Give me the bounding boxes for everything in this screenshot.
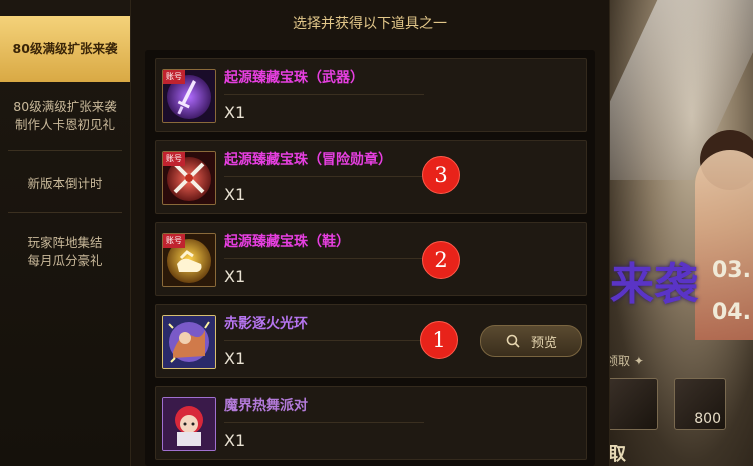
- account-tag: 账号: [163, 234, 185, 248]
- sidebar-item-countdown[interactable]: 新版本倒计时: [0, 175, 130, 193]
- sidebar-item-label: 玩家阵地集结: [27, 235, 103, 250]
- item-divider: [224, 94, 424, 95]
- banner-date-start: 03.1: [712, 258, 753, 283]
- item-quantity: X1: [224, 431, 246, 450]
- item-name: 起源臻藏宝珠（冒险勋章）: [224, 152, 392, 168]
- aura-icon: [162, 315, 216, 369]
- shoes-orb-icon: 账号: [162, 233, 216, 287]
- sidebar-divider: [8, 212, 122, 213]
- list-item[interactable]: 账号 起源臻藏宝珠（冒险勋章） X1: [155, 140, 587, 214]
- banner-reward-slot[interactable]: [606, 378, 658, 430]
- account-tag: 账号: [163, 70, 185, 84]
- banner-date-end: 04.1: [712, 300, 753, 325]
- banner-slot-count: 800: [694, 411, 721, 427]
- sidebar-item-producer-gift[interactable]: 80级满级扩张来袭 制作人卡恩初见礼: [0, 98, 130, 134]
- annotation-badge-1: 1: [420, 321, 458, 359]
- list-item[interactable]: 账号 起源臻藏宝珠（武器） X1: [155, 58, 587, 132]
- item-quantity: X1: [224, 185, 246, 204]
- preview-button[interactable]: 预览: [480, 325, 582, 357]
- reward-list: 账号 起源臻藏宝珠（武器） X1 账号 起源臻藏宝珠（冒险勋章） X1 账号 起…: [145, 50, 595, 466]
- banner-claim-button-label[interactable]: 取: [608, 440, 626, 466]
- sidebar-item-expansion[interactable]: 80级满级扩张来袭: [0, 16, 130, 82]
- banner-claim-label: 领取 ✦: [606, 354, 644, 368]
- list-item[interactable]: 账号 起源臻藏宝珠（鞋） X1: [155, 222, 587, 296]
- event-sidebar: 80级满级扩张来袭 80级满级扩张来袭 制作人卡恩初见礼 新版本倒计时 玩家阵地…: [0, 0, 130, 466]
- event-banner: 来袭 03.1 04.1 领取 ✦ 800 取: [600, 0, 753, 466]
- item-quantity: X1: [224, 267, 246, 286]
- sidebar-item-label: 80级满级扩张来袭: [13, 99, 117, 114]
- annotation-badge-3: 3: [422, 156, 460, 194]
- list-item[interactable]: 赤影逐火光环 X1 预览: [155, 304, 587, 378]
- sidebar-item-label: 制作人卡恩初见礼: [14, 117, 115, 132]
- account-tag: 账号: [163, 152, 185, 166]
- dialog-title: 选择并获得以下道具之一: [293, 16, 447, 32]
- crossed-swords-orb-icon: 账号: [162, 151, 216, 205]
- sidebar-item-label: 每月瓜分豪礼: [27, 253, 103, 268]
- item-name: 魔界热舞派对: [224, 398, 308, 414]
- sidebar-item-gathering[interactable]: 玩家阵地集结 每月瓜分豪礼: [0, 234, 130, 270]
- item-divider: [224, 258, 424, 259]
- banner-reward-slot[interactable]: 800: [674, 378, 726, 430]
- choose-item-dialog: 选择并获得以下道具之一 账号 起源臻藏宝珠（武器） X1 账号 起源臻藏宝珠（冒…: [130, 0, 610, 466]
- item-name: 赤影逐火光环: [224, 316, 308, 332]
- item-quantity: X1: [224, 349, 246, 368]
- annotation-badge-2: 2: [422, 241, 460, 279]
- search-icon: [506, 334, 520, 348]
- list-item[interactable]: 魔界热舞派对 X1: [155, 386, 587, 460]
- item-divider: [224, 340, 424, 341]
- item-divider: [224, 176, 424, 177]
- item-quantity: X1: [224, 103, 246, 122]
- item-name: 起源臻藏宝珠（鞋）: [224, 234, 350, 250]
- preview-label: 预览: [530, 335, 557, 351]
- item-divider: [224, 422, 424, 423]
- banner-title-glyph: 来袭: [610, 259, 698, 310]
- item-name: 起源臻藏宝珠（武器）: [224, 70, 364, 86]
- sidebar-divider: [8, 150, 122, 151]
- sword-orb-icon: 账号: [162, 69, 216, 123]
- dance-party-icon: [162, 397, 216, 451]
